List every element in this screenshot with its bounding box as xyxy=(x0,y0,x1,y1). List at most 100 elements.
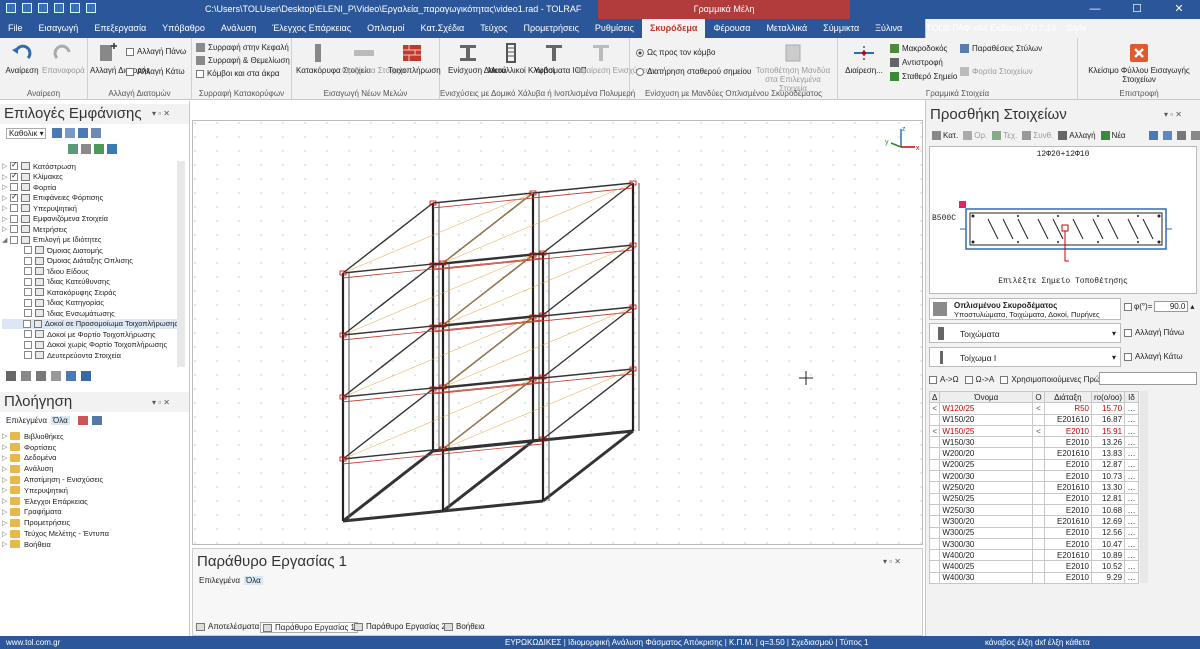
display-option-item[interactable]: ▷ Επιφάνειες Φόρτισης xyxy=(2,192,178,204)
option-checkbox[interactable] xyxy=(10,192,18,202)
column-header[interactable]: Δ xyxy=(928,390,941,404)
tab-6[interactable]: Οπλισμοί xyxy=(359,19,412,38)
properties-button[interactable]: … xyxy=(1124,571,1139,585)
vertical-elements-button[interactable]: Κατακόρυφα Στοιχεία xyxy=(296,42,371,75)
display-option-item[interactable]: Ίδιας Κατεύθυνσης xyxy=(2,277,178,288)
table-scrollbar[interactable] xyxy=(1140,391,1148,583)
nav-item[interactable]: ▷ Υπερυψητική xyxy=(2,485,109,496)
tab-13[interactable]: Μεταλλικά xyxy=(758,19,815,38)
expand-icon[interactable]: ▷ xyxy=(2,162,10,170)
tree-scrollbar[interactable] xyxy=(177,161,185,367)
maximize-button[interactable]: ☐ xyxy=(1116,0,1158,19)
table-row[interactable]: W250/20 E201610 13.30… xyxy=(928,481,1139,494)
cube-icon[interactable] xyxy=(107,144,117,154)
search-input[interactable] xyxy=(1099,372,1197,385)
option-checkbox[interactable] xyxy=(24,309,32,318)
properties-button[interactable]: … xyxy=(1124,481,1139,494)
display-option-item[interactable]: Δευτερεύοντα Στοιχεία xyxy=(2,350,178,361)
tab-12[interactable]: Φέρουσα xyxy=(705,19,758,38)
zoom-tool-icon[interactable] xyxy=(1190,131,1200,140)
expand-icon[interactable]: ▷ xyxy=(2,194,10,202)
tab-selected[interactable]: Επιλεγμένα xyxy=(199,576,240,585)
expand-icon[interactable]: ▷ xyxy=(2,215,10,223)
split-button[interactable]: Διαίρεση... xyxy=(844,42,884,75)
toward-node-radio[interactable]: Ως προς τον κόμβο xyxy=(636,48,715,57)
nav-item[interactable]: ▷ Αποτίμηση - Ενισχύσεις xyxy=(2,474,109,485)
solid-icon[interactable] xyxy=(94,144,104,154)
keep-point-radio[interactable]: Διατήρηση σταθερού σημείου xyxy=(636,67,751,76)
properties-button[interactable]: … xyxy=(1124,402,1139,415)
properties-button[interactable]: … xyxy=(1124,458,1139,472)
metal-cages-button[interactable]: Μεταλλικοί Κλωβοί xyxy=(488,42,554,75)
display-option-item[interactable]: ▷ Κατόστρωση xyxy=(2,161,178,172)
change-top-checkbox[interactable]: Αλλαγή Πάνω xyxy=(1124,328,1184,337)
tab-4[interactable]: Ανάλυση xyxy=(213,19,264,38)
zoom-tool-icon[interactable] xyxy=(1162,131,1172,140)
place-jacket-button[interactable]: Τοποθέτηση Μανδύα στα Επιλεγμένα Στοιχεί… xyxy=(752,42,834,93)
macro-beam-button[interactable]: Μακροδοκός xyxy=(890,44,947,53)
display-option-item[interactable]: ◢ Επιλογή με Ιδιότητες xyxy=(2,235,178,246)
toolbar-button-4[interactable]: Αλλαγή xyxy=(1058,131,1096,140)
table-row[interactable]: W250/25 E2010 12.81… xyxy=(928,492,1139,505)
expand-icon[interactable]: ▷ xyxy=(2,508,10,516)
website-link[interactable]: www.tol.com.gr xyxy=(6,638,60,647)
section-preview[interactable]: 12Φ20+12Φ10 B500C Επιλέξτε Σημείο Τοποθέ… xyxy=(929,146,1197,294)
tab-2[interactable]: Επεξεργασία xyxy=(86,19,154,38)
table-row[interactable]: W150/20 E201610 16.87… xyxy=(928,413,1139,426)
tab-9[interactable]: Προμετρήσεις xyxy=(516,19,587,38)
expand-icon[interactable]: ▷ xyxy=(2,465,10,473)
filter-select[interactable]: Καθολικ ▾ xyxy=(6,128,46,139)
tab-1[interactable]: Εισαγωγή xyxy=(31,19,87,38)
undo-button[interactable]: Αναίρεση xyxy=(4,42,40,75)
new-file-icon[interactable] xyxy=(6,3,16,13)
display-option-item[interactable]: Ίδιου Είδους xyxy=(2,266,178,277)
deselect-icon[interactable] xyxy=(36,371,46,381)
expand-icon[interactable]: ▷ xyxy=(2,476,10,484)
open-file-icon[interactable] xyxy=(22,3,32,13)
properties-button[interactable]: … xyxy=(1124,526,1139,539)
properties-button[interactable]: … xyxy=(1124,413,1139,426)
option-checkbox[interactable] xyxy=(10,204,18,213)
masonry-button[interactable]: Τοιχοπλήρωση xyxy=(388,42,441,75)
properties-button[interactable]: … xyxy=(1124,424,1139,438)
model-viewport[interactable]: z x y xyxy=(192,120,924,546)
tab-15[interactable]: Ξύλινα xyxy=(867,19,910,38)
column-header[interactable]: Διάταξη xyxy=(1043,390,1093,404)
snap-toggles[interactable]: κάναβος έλξη dxf έλξη κάθετα xyxy=(985,638,1090,647)
shrink-head-button[interactable]: Συρραφή στην Κεφαλή xyxy=(196,43,289,52)
toolbar-button-3[interactable]: Συνθ. xyxy=(1022,131,1053,140)
properties-button[interactable]: … xyxy=(1124,436,1139,449)
list-icon[interactable] xyxy=(81,371,91,381)
option-checkbox[interactable] xyxy=(24,267,32,276)
option-checkbox[interactable] xyxy=(24,340,32,349)
sort-az-checkbox[interactable]: Α->Ω xyxy=(929,375,959,384)
print-icon[interactable] xyxy=(54,3,64,13)
table-row[interactable]: < W120/25 < R50 15.70… xyxy=(928,402,1139,415)
tab-help[interactable]: Βοήθεια xyxy=(444,622,485,631)
expand-icon[interactable]: ▷ xyxy=(2,497,10,505)
invert-button[interactable]: Αντιστροφή xyxy=(890,58,943,67)
nav-tool2-icon[interactable] xyxy=(91,416,102,425)
display-option-item[interactable]: Ίδιας Ενσωμάτωσης xyxy=(2,308,178,319)
element-loads-button[interactable]: Φορτία Στοιχείων xyxy=(960,67,1033,76)
zoom-tool-icon[interactable] xyxy=(1148,131,1158,140)
option-checkbox[interactable] xyxy=(24,288,32,297)
horizontal-elements-button[interactable]: Οριζόντια Στοιχεία xyxy=(342,42,406,75)
properties-button[interactable]: … xyxy=(1124,549,1139,562)
change-bottom-option[interactable]: Αλλαγή Κάτω xyxy=(126,67,185,76)
angle-input[interactable]: 90.0 xyxy=(1154,301,1189,312)
table-row[interactable]: W400/20 E201610 10.89… xyxy=(928,549,1139,562)
column-header[interactable]: ro(o/oo) xyxy=(1091,390,1126,404)
display-option-item[interactable]: Δοκοί χωρίς Φορτίο Τοιχοπλήρωσης xyxy=(2,340,178,351)
panel-pin-icon[interactable]: ▾ ▫ ✕ xyxy=(883,557,901,566)
tab-0[interactable]: File xyxy=(0,19,31,38)
nav-item[interactable]: ▷ Φορτίσεις xyxy=(2,442,109,453)
tab-all[interactable]: Όλα xyxy=(51,416,70,425)
display-option-item[interactable]: Δοκοί με Φορτίο Τοιχοπλήρωσης xyxy=(2,329,178,340)
display-option-item[interactable]: Όμοιας Διατομής xyxy=(2,245,178,256)
zoom-icon[interactable] xyxy=(52,128,62,138)
table-row[interactable]: W300/25 E2010 12.56… xyxy=(928,526,1139,539)
display-option-item[interactable]: ▷ Φορτία xyxy=(2,182,178,193)
expand-icon[interactable]: ▷ xyxy=(2,432,10,440)
table-row[interactable]: W150/30 E2010 13.26… xyxy=(928,436,1139,449)
